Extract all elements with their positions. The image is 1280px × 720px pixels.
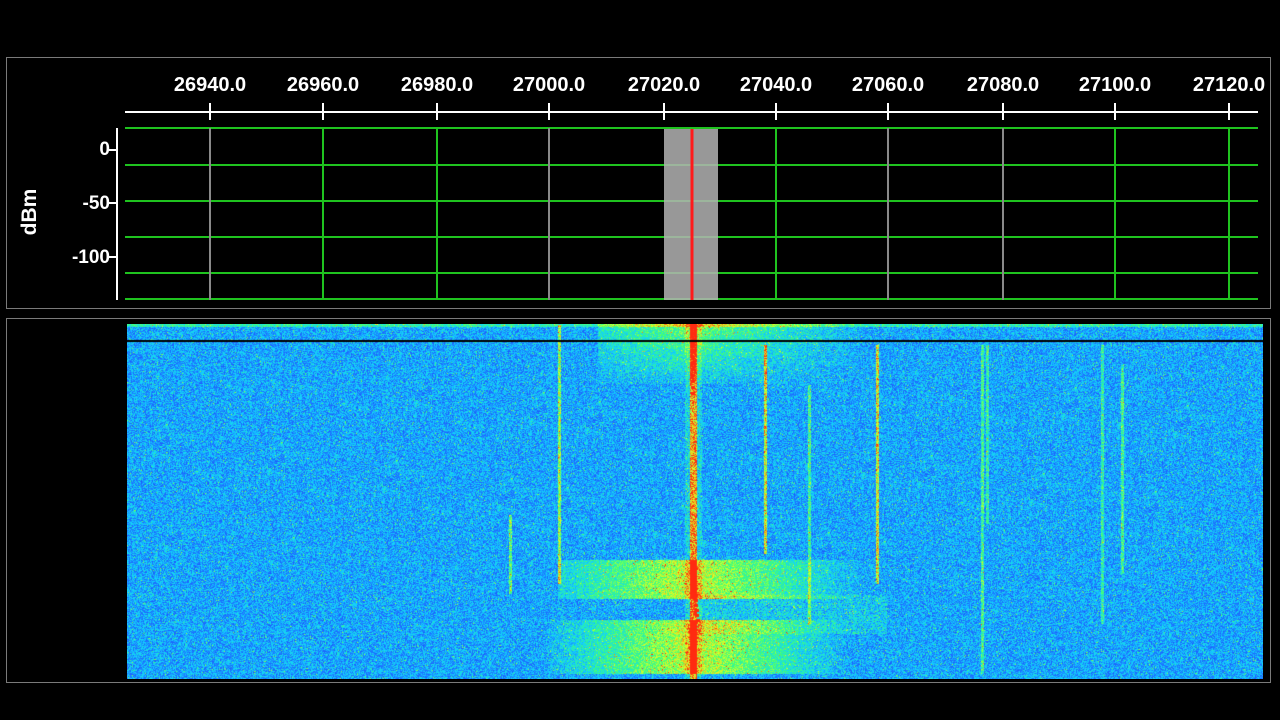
waterfall-display[interactable] xyxy=(127,324,1263,679)
level-ticks xyxy=(109,149,117,258)
vertical-gridlines xyxy=(209,128,1230,300)
